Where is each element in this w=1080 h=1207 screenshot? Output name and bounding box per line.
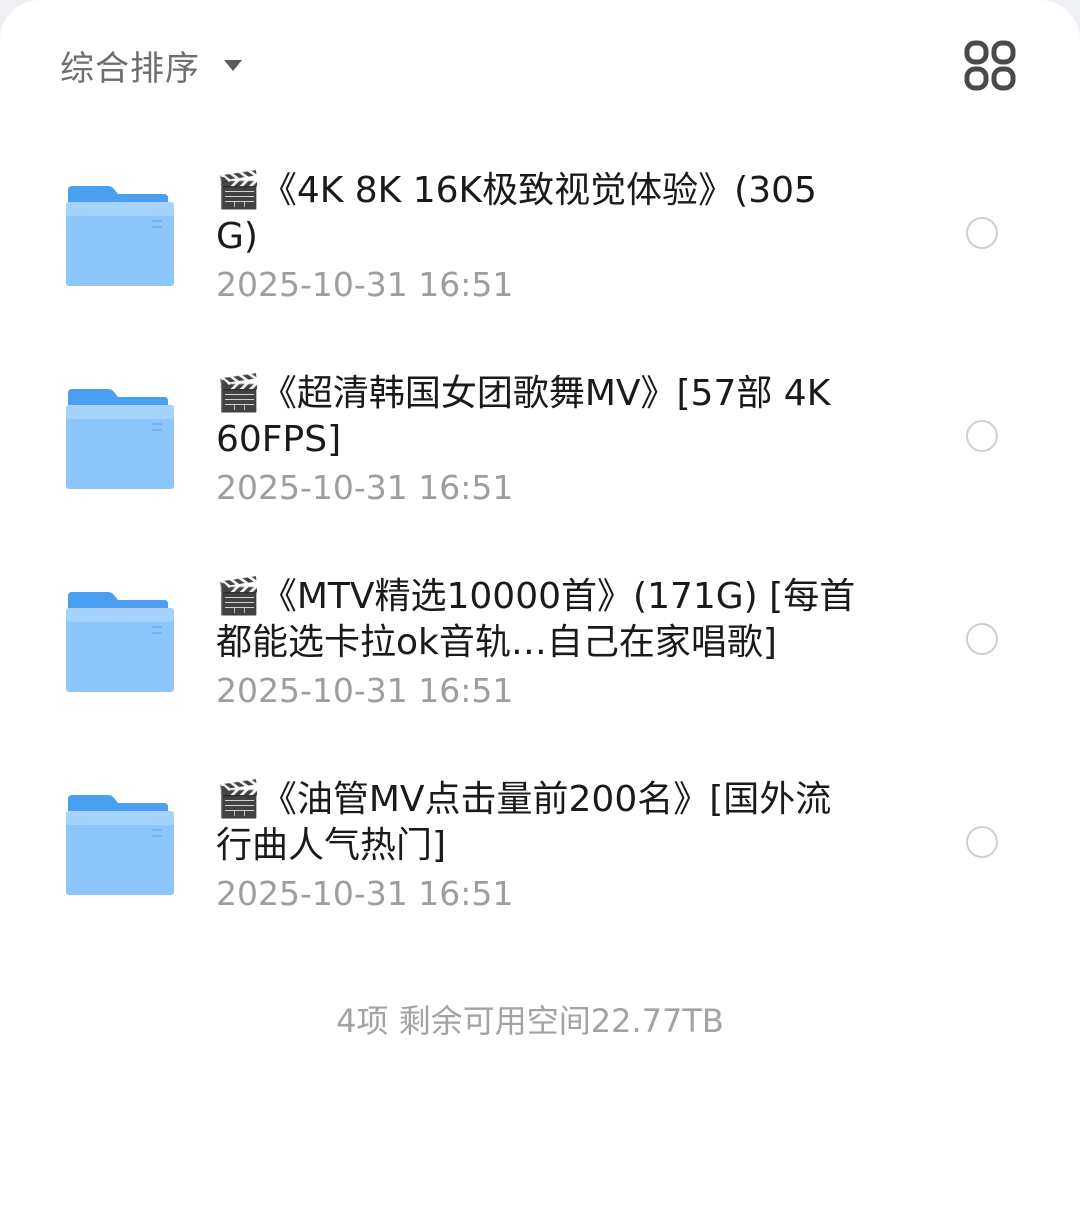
file-row[interactable]: 🎬《油管MV点击量前200名》[国外流行曲人气热门] 2025-10-31 16… xyxy=(0,769,1080,972)
file-date: 2025-10-31 16:51 xyxy=(216,468,514,507)
folder-icon xyxy=(66,592,174,692)
grid-view-toggle-button[interactable] xyxy=(962,40,1018,92)
select-radio[interactable] xyxy=(966,826,998,858)
file-name: 🎬《MTV精选10000首》(171G) [每首都能选卡拉ok音轨…自己在家唱歌… xyxy=(216,576,856,663)
grid-view-icon xyxy=(964,40,1016,91)
folder-icon xyxy=(66,186,174,286)
sort-label: 综合排序 xyxy=(60,48,200,89)
file-text: 🎬《油管MV点击量前200名》[国外流行曲人气热门] 2025-10-31 16… xyxy=(216,777,856,915)
file-name: 🎬《油管MV点击量前200名》[国外流行曲人气热门] xyxy=(216,779,832,866)
caret-down-icon xyxy=(224,59,242,71)
file-text: 🎬《4K 8K 16K极致视觉体验》(305G) 2025-10-31 16:5… xyxy=(216,168,856,306)
file-date: 2025-10-31 16:51 xyxy=(216,671,514,710)
select-radio[interactable] xyxy=(966,623,998,655)
toolbar: 综合排序 xyxy=(0,0,1080,130)
file-name: 🎬《4K 8K 16K极致视觉体验》(305G) xyxy=(216,170,817,257)
storage-summary: 4项 剩余可用空间22.77TB xyxy=(336,1002,724,1040)
select-radio[interactable] xyxy=(966,217,998,249)
folder-icon xyxy=(66,389,174,489)
file-date: 2025-10-31 16:51 xyxy=(216,874,514,913)
file-name: 🎬《超清韩国女团歌舞MV》[57部 4K 60FPS] xyxy=(216,373,831,460)
file-date: 2025-10-31 16:51 xyxy=(216,265,514,304)
sort-dropdown[interactable]: 综合排序 xyxy=(60,40,242,90)
file-row[interactable]: 🎬《MTV精选10000首》(171G) [每首都能选卡拉ok音轨…自己在家唱歌… xyxy=(0,566,1080,769)
file-browser-sheet: 综合排序 🎬《4K 8K 16K极致视觉体验》(305G) 2025-10-31… xyxy=(0,0,1080,1207)
folder-icon xyxy=(66,795,174,895)
select-radio[interactable] xyxy=(966,420,998,452)
file-row[interactable]: 🎬《超清韩国女团歌舞MV》[57部 4K 60FPS] 2025-10-31 1… xyxy=(0,363,1080,566)
file-text: 🎬《超清韩国女团歌舞MV》[57部 4K 60FPS] 2025-10-31 1… xyxy=(216,371,856,509)
file-list: 🎬《4K 8K 16K极致视觉体验》(305G) 2025-10-31 16:5… xyxy=(0,160,1080,972)
file-text: 🎬《MTV精选10000首》(171G) [每首都能选卡拉ok音轨…自己在家唱歌… xyxy=(216,574,856,712)
file-row[interactable]: 🎬《4K 8K 16K极致视觉体验》(305G) 2025-10-31 16:5… xyxy=(0,160,1080,363)
